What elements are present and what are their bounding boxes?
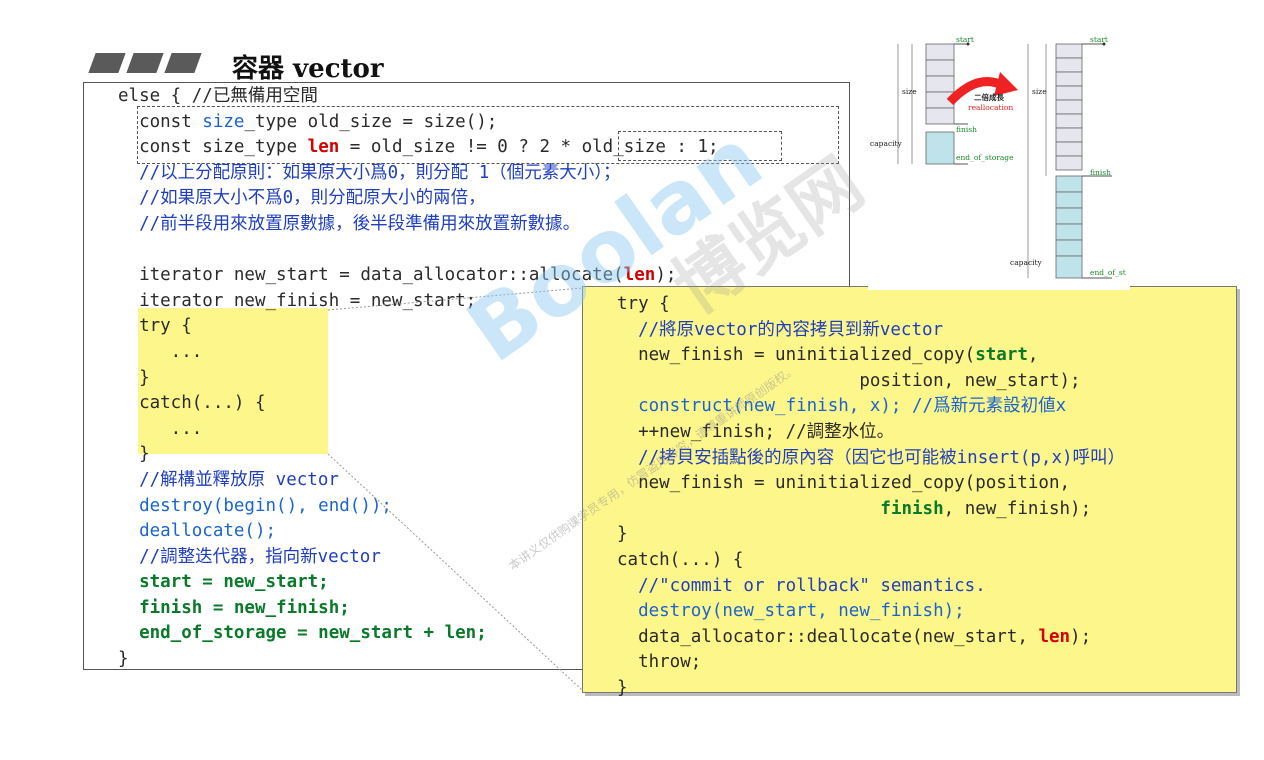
code-comment: //將原vector的內容拷貝到新vector (617, 318, 1125, 344)
code-text: new_finish = uninitialized_copy(start, (617, 345, 1039, 366)
code-text: destroy(new_start, new_finish); (617, 601, 965, 622)
code-line: destroy(new_start, new_finish); (617, 599, 1125, 625)
code-text: new_finish = uninitialized_copy(position… (617, 473, 1071, 494)
code-text: throw; (617, 652, 702, 673)
code-text: construct(new_finish, x); //爲新元素設初値x (617, 396, 1067, 417)
code-text: catch(...) { (617, 549, 744, 570)
left-size-label: size (902, 87, 917, 96)
code-keyword: start (975, 345, 1028, 366)
left-start-label: start (956, 35, 974, 44)
code-comment: //拷貝安插點後的原內容（因它也可能被insert(p,x)呼叫） (617, 446, 1125, 472)
vector-growth-diagram: start size finish capacity end_of_storag… (868, 32, 1130, 290)
code-line: } (617, 522, 1125, 548)
code-line: finish, new_finish); (617, 497, 1125, 523)
code-line: position, new_start); (617, 369, 1125, 395)
right-size-label: size (1032, 87, 1047, 96)
code-text: ++new_finish; //調整水位。 (617, 421, 895, 442)
code-text: //拷貝安插點後的原內容（因它也可能被insert(p,x)呼叫） (617, 447, 1126, 468)
code-line: new_finish = uninitialized_copy(start, (617, 343, 1125, 369)
right-finish-label: finish (1090, 168, 1111, 177)
code-line: new_finish = uninitialized_copy(position… (617, 471, 1125, 497)
left-end-label: end_of_storage (956, 153, 1014, 162)
code-line: try { (617, 292, 1125, 318)
code-comment: //"commit or rollback" semantics. (617, 574, 1125, 600)
code-line: ++new_finish; //調整水位。 (617, 420, 1125, 446)
left-finish-label: finish (956, 125, 977, 134)
code-line: } (617, 676, 1125, 702)
code-text: try { (617, 294, 670, 314)
arrow-label: 二倍成長 (974, 93, 1004, 102)
right-end-label: end_of_st (1090, 268, 1126, 277)
code-line: construct(new_finish, x); //爲新元素設初値x (617, 394, 1125, 420)
code-line: data_allocator::deallocate(new_start, le… (617, 625, 1125, 651)
code-text: finish, new_finish); (880, 498, 1092, 519)
left-capacity-label: capacity (870, 139, 902, 148)
code-keyword: len (1038, 626, 1071, 647)
code-line: catch(...) { (617, 548, 1125, 574)
code-text: position, new_start); (617, 370, 1081, 391)
code-text: //將原vector的內容拷貝到新vector (617, 319, 944, 340)
right-capacity-label: capacity (1010, 258, 1042, 267)
code-text: } (617, 524, 628, 545)
right-start-label: start (1090, 35, 1108, 44)
code-keyword: finish (880, 498, 944, 519)
popup-code: try { //將原vector的內容拷貝到新vector new_finish… (617, 292, 1125, 702)
code-line: throw; (617, 650, 1125, 676)
arrow-sublabel: reallocation (968, 103, 1014, 112)
code-text: } (617, 677, 628, 698)
code-text: //"commit or rollback" semantics. (617, 575, 986, 596)
code-text: data_allocator::deallocate(new_start, le… (617, 626, 1092, 647)
